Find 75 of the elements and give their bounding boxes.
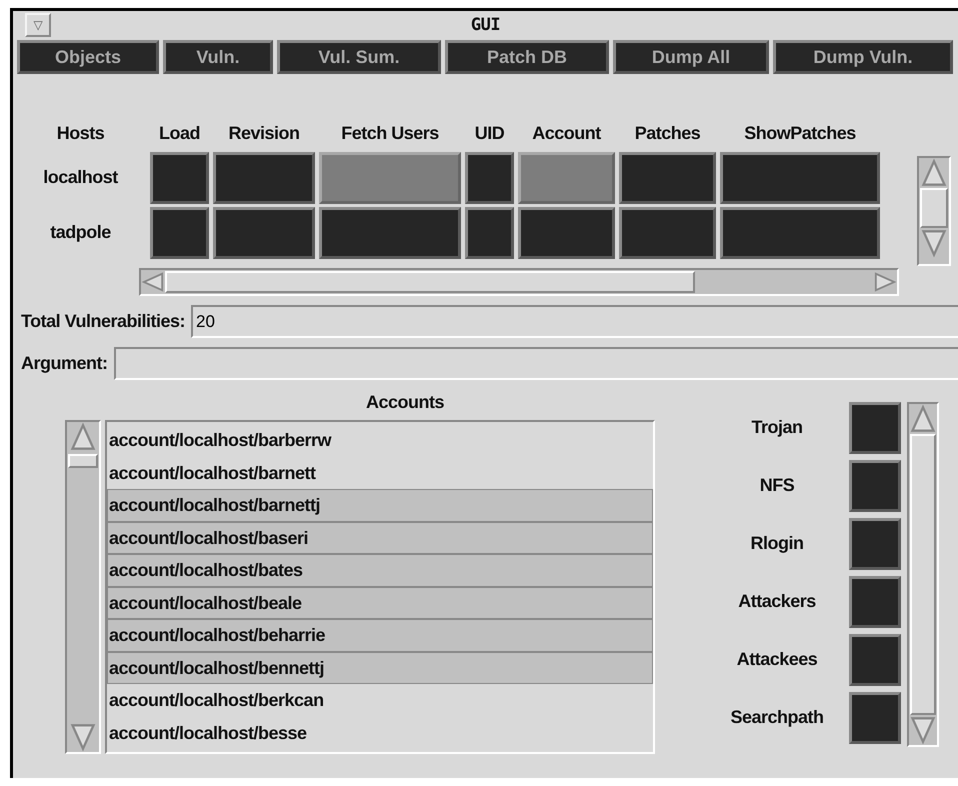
input-field[interactable]: 20 bbox=[191, 305, 958, 338]
command-button[interactable]: Dump Vuln. bbox=[773, 40, 953, 74]
toggle-label: Attackees bbox=[736, 649, 818, 670]
account-item[interactable]: account/localhost/beharrie bbox=[107, 619, 653, 652]
account-item[interactable]: account/localhost/bates bbox=[107, 554, 653, 586]
command-button[interactable]: Patch DB bbox=[445, 40, 609, 74]
horizontal-scrollbar[interactable] bbox=[139, 268, 899, 296]
status-cell-button[interactable] bbox=[150, 206, 209, 258]
column-header: Hosts bbox=[56, 122, 106, 144]
column-header: Revision bbox=[227, 122, 301, 144]
account-item[interactable]: account/localhost/baseri bbox=[107, 522, 653, 554]
account-item[interactable]: account/localhost/beale bbox=[107, 586, 653, 619]
scroll-down-icon[interactable] bbox=[920, 228, 948, 258]
column-header: ShowPatches bbox=[743, 122, 857, 144]
toggle-button[interactable] bbox=[849, 692, 901, 744]
status-cell-button[interactable] bbox=[720, 152, 880, 204]
column-header: Fetch Users bbox=[340, 122, 440, 144]
scroll-right-icon[interactable] bbox=[873, 271, 897, 293]
column-header: UID bbox=[474, 122, 506, 144]
host-name: tadpole bbox=[49, 222, 112, 243]
status-cell-button[interactable] bbox=[619, 152, 716, 204]
field-label: Argument: bbox=[20, 353, 108, 374]
scroll-down-icon[interactable] bbox=[69, 722, 97, 752]
account-item[interactable]: account/localhost/bennettj bbox=[107, 652, 653, 684]
toggle-button[interactable] bbox=[849, 576, 901, 628]
status-cell-button[interactable] bbox=[465, 152, 514, 204]
status-cell-button[interactable] bbox=[150, 152, 209, 204]
scroll-thumb[interactable] bbox=[68, 454, 98, 468]
toggle-label: Trojan bbox=[750, 417, 804, 438]
status-cell-button[interactable] bbox=[213, 152, 315, 204]
list-title: Accounts bbox=[366, 392, 444, 414]
toggle-label: Attackers bbox=[737, 591, 817, 612]
toggle-button[interactable] bbox=[849, 460, 901, 512]
scroll-thumb[interactable] bbox=[165, 271, 695, 293]
status-cell-button[interactable] bbox=[518, 206, 615, 258]
account-item[interactable]: account/localhost/besse bbox=[107, 716, 653, 749]
scroll-thumb[interactable] bbox=[920, 188, 948, 228]
scroll-down-icon[interactable] bbox=[909, 715, 937, 745]
toggle-label: Searchpath bbox=[729, 707, 825, 728]
account-item[interactable]: account/localhost/berkcan bbox=[107, 684, 653, 716]
column-header: Account bbox=[531, 122, 602, 144]
account-item[interactable]: account/localhost/barnett bbox=[107, 456, 653, 489]
column-header: Load bbox=[158, 122, 201, 144]
scroll-up-icon[interactable] bbox=[909, 404, 937, 434]
window-title: GUI bbox=[470, 15, 502, 35]
scroll-left-icon[interactable] bbox=[141, 271, 165, 293]
host-name: localhost bbox=[42, 167, 119, 188]
command-button[interactable]: Objects bbox=[17, 40, 159, 74]
field-label: Total Vulnerabilities: bbox=[20, 311, 186, 332]
toggle-label: Rlogin bbox=[750, 533, 804, 554]
vertical-scrollbar[interactable] bbox=[907, 402, 939, 747]
scroll-up-icon[interactable] bbox=[920, 158, 948, 188]
status-cell-button[interactable] bbox=[319, 206, 461, 258]
toggle-button[interactable] bbox=[849, 518, 901, 570]
column-header: Patches bbox=[634, 122, 702, 144]
command-button[interactable]: Vul. Sum. bbox=[277, 40, 441, 74]
scroll-thumb[interactable] bbox=[910, 434, 936, 715]
status-cell-button[interactable] bbox=[720, 206, 880, 258]
status-cell-button[interactable] bbox=[518, 152, 615, 204]
command-button[interactable]: Dump All bbox=[613, 40, 769, 74]
toggle-button[interactable] bbox=[849, 634, 901, 686]
scroll-up-icon[interactable] bbox=[69, 422, 97, 452]
status-cell-button[interactable] bbox=[465, 206, 514, 258]
toggle-label: NFS bbox=[758, 475, 796, 496]
vertical-scrollbar[interactable] bbox=[917, 156, 951, 266]
status-cell-button[interactable] bbox=[213, 206, 315, 258]
window-menu-button[interactable]: ▽ bbox=[25, 13, 51, 37]
input-field[interactable] bbox=[114, 347, 958, 380]
status-cell-button[interactable] bbox=[619, 206, 716, 258]
status-cell-button[interactable] bbox=[319, 152, 461, 204]
vertical-scrollbar[interactable] bbox=[65, 420, 101, 754]
toggle-button[interactable] bbox=[849, 402, 901, 454]
account-item[interactable]: account/localhost/barberrw bbox=[107, 424, 653, 456]
command-button[interactable]: Vuln. bbox=[163, 40, 273, 74]
account-item[interactable]: account/localhost/barnettj bbox=[107, 489, 653, 522]
